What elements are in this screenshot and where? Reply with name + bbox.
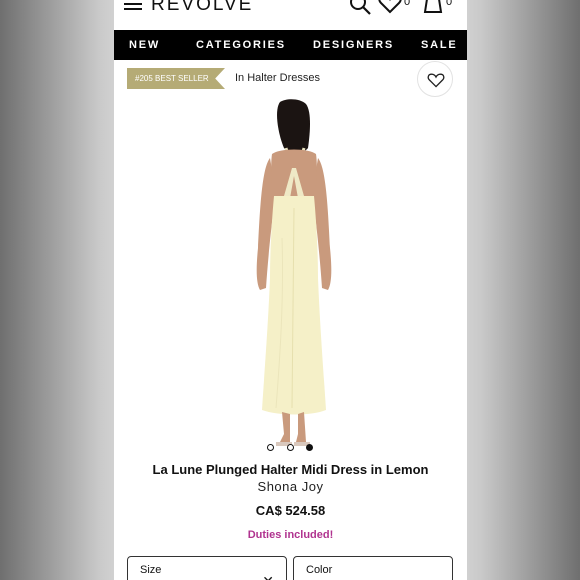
nav-categories[interactable]: CATEGORIES (196, 39, 286, 51)
size-select[interactable]: Size ⌄ ✕ (127, 556, 287, 580)
heart-icon (427, 73, 445, 88)
image-carousel-dots (264, 444, 324, 452)
wishlist-count: 0 (404, 0, 411, 8)
color-select[interactable]: Color (293, 556, 453, 580)
product-brand[interactable]: Shona Joy (114, 479, 467, 494)
top-header: REVOLVE 0 0 (114, 0, 467, 28)
carousel-dot-active[interactable] (306, 444, 313, 451)
bag-count: 0 (446, 0, 453, 8)
revolve-logo[interactable]: REVOLVE (151, 0, 253, 16)
category-nav: NEW CATEGORIES DESIGNERS SALE (114, 30, 467, 60)
wishlist-heart-icon[interactable] (378, 0, 402, 14)
nav-new[interactable]: NEW (129, 39, 160, 51)
search-icon[interactable] (348, 0, 372, 16)
product-price: CA$ 524.58 (255, 503, 326, 518)
phone-screen: REVOLVE 0 0 NEW CATEGORIES DESIGNERS SAL… (114, 0, 467, 580)
best-seller-badge: #205 BEST SELLER (127, 68, 225, 89)
size-label: Size (140, 564, 162, 576)
breadcrumb[interactable]: In Halter Dresses (235, 72, 320, 84)
carousel-dot[interactable] (287, 444, 294, 451)
duties-notice: Duties included! (247, 529, 334, 541)
shopping-bag-icon[interactable] (422, 0, 444, 14)
chevron-down-icon: ✕ (262, 573, 274, 580)
product-image[interactable] (234, 98, 354, 450)
menu-icon[interactable] (124, 0, 142, 12)
carousel-dot[interactable] (267, 444, 274, 451)
nav-designers[interactable]: DESIGNERS (313, 39, 394, 51)
product-title: La Lune Plunged Halter Midi Dress in Lem… (152, 462, 429, 477)
dropdown-caret-icon: ⌄ (188, 575, 198, 580)
add-to-wishlist-button[interactable] (417, 61, 453, 97)
nav-sale[interactable]: SALE (421, 39, 458, 51)
color-label: Color (306, 564, 333, 576)
